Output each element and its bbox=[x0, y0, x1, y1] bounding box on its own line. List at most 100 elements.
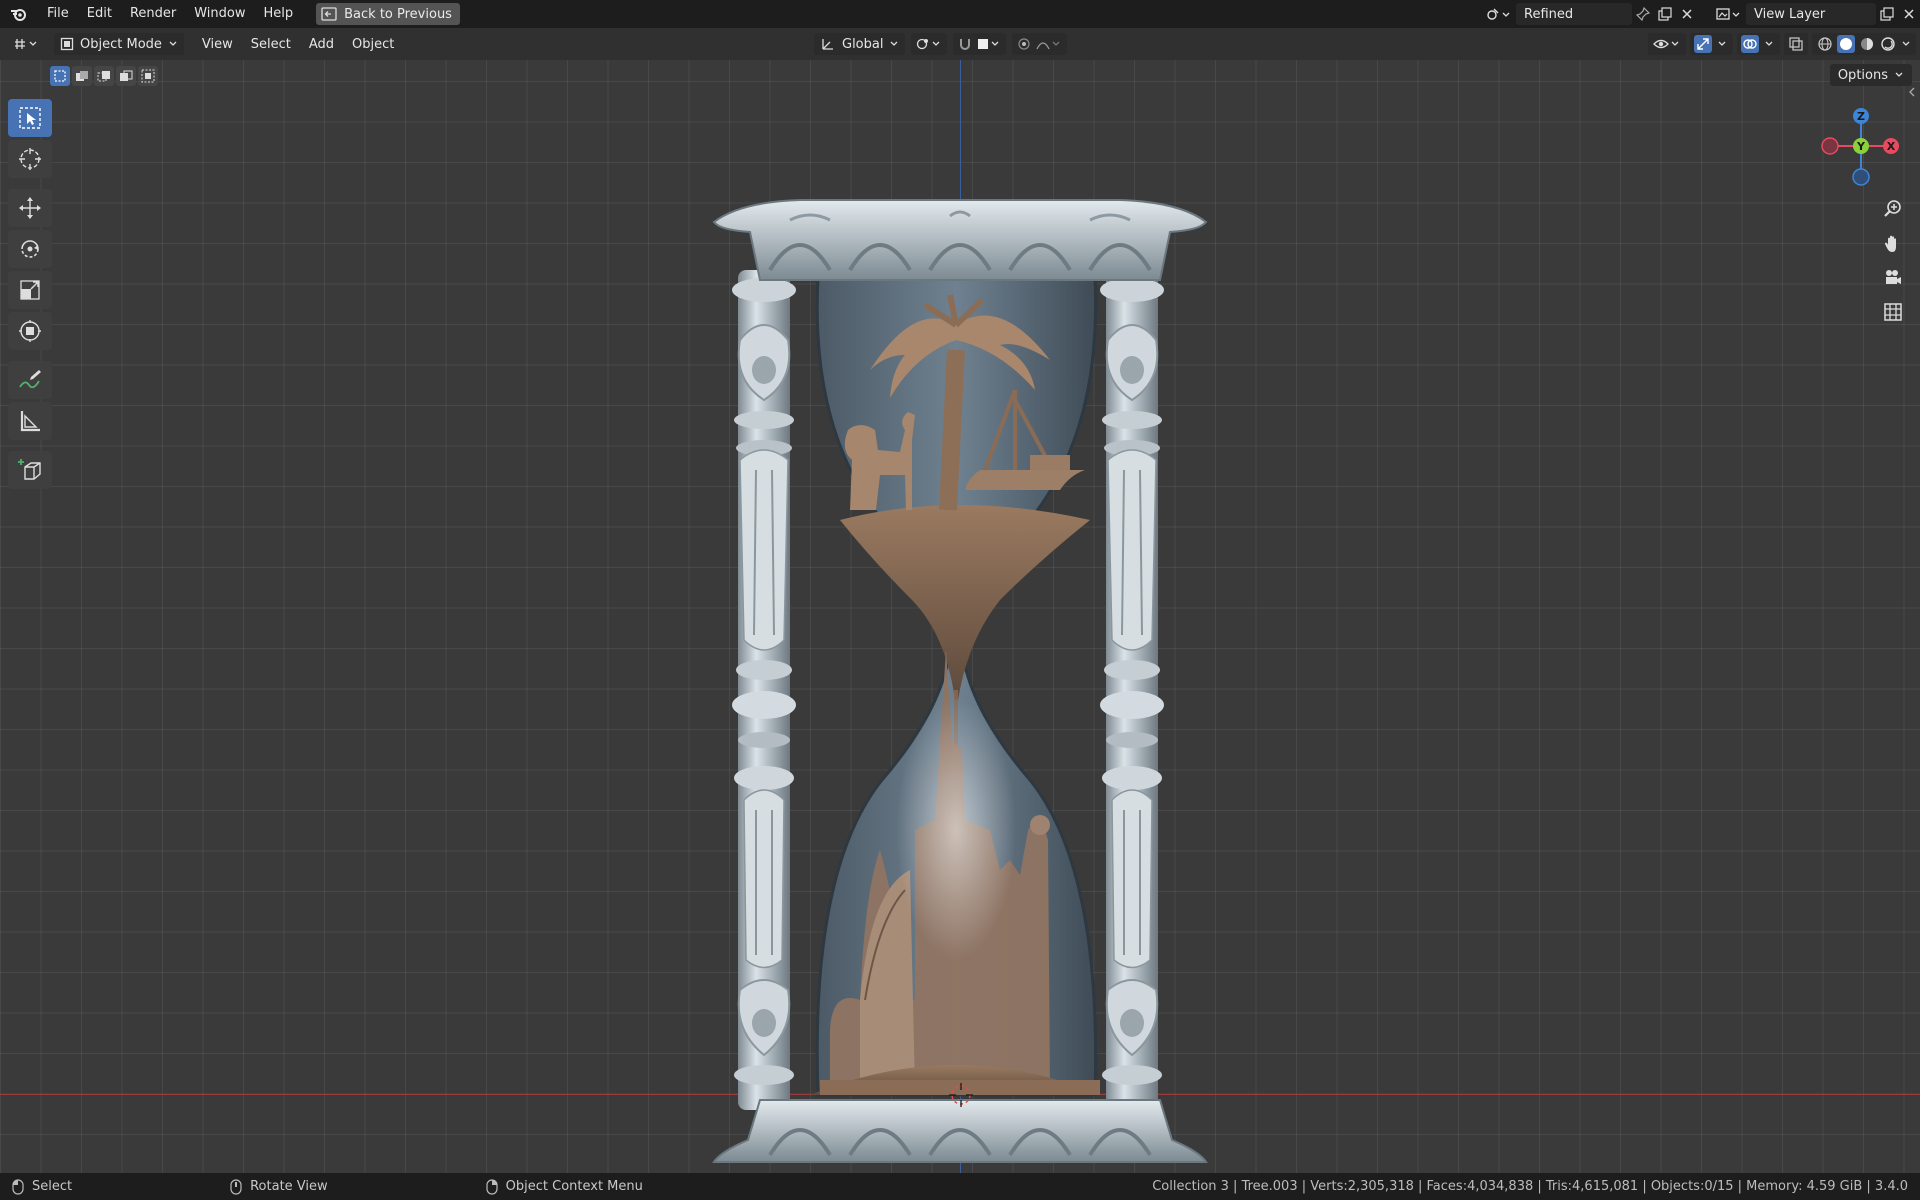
chevron-down-icon bbox=[169, 41, 177, 46]
snap-target-icon bbox=[978, 39, 999, 49]
menu-object[interactable]: Object bbox=[346, 33, 400, 55]
move-tool[interactable] bbox=[8, 189, 52, 227]
menu-add[interactable]: Add bbox=[303, 33, 340, 55]
pivot-icon bbox=[917, 38, 940, 50]
gizmo-icon bbox=[1694, 35, 1712, 53]
scene-name-field[interactable]: Refined bbox=[1516, 3, 1632, 25]
rotate-tool[interactable] bbox=[8, 230, 52, 268]
zoom-view-icon[interactable] bbox=[1878, 194, 1908, 224]
snap-toggle[interactable] bbox=[953, 33, 1007, 55]
orientation-icon bbox=[822, 39, 833, 50]
falloff-icon bbox=[1036, 41, 1060, 50]
menu-file[interactable]: File bbox=[38, 0, 78, 28]
menu-window[interactable]: Window bbox=[185, 0, 254, 28]
chevron-down-icon bbox=[1902, 41, 1910, 46]
rotate-icon bbox=[21, 240, 39, 258]
menu-select[interactable]: Select bbox=[245, 33, 297, 55]
menu-render[interactable]: Render bbox=[121, 0, 185, 28]
mouse-right-icon bbox=[486, 1178, 498, 1195]
scale-icon bbox=[20, 280, 40, 300]
scale-tool[interactable] bbox=[8, 271, 52, 309]
transform-tool[interactable] bbox=[8, 312, 52, 350]
view-layer-name: View Layer bbox=[1754, 6, 1826, 22]
object-mode-icon bbox=[60, 37, 74, 51]
rendered-shading-icon[interactable] bbox=[1879, 35, 1897, 53]
cursor-icon bbox=[19, 148, 41, 170]
menu-edit[interactable]: Edit bbox=[78, 0, 121, 28]
back-icon bbox=[321, 7, 337, 21]
add-cube-icon bbox=[18, 459, 41, 480]
top-menu-bar: File Edit Render Window Help Back to Pre… bbox=[0, 0, 1920, 28]
viewport-display-controls bbox=[1648, 33, 1916, 55]
select-box-icon bbox=[19, 107, 41, 129]
select-subtract-icon[interactable] bbox=[94, 66, 114, 86]
3d-cursor-icon bbox=[949, 1083, 973, 1107]
measure-tool[interactable] bbox=[8, 402, 52, 440]
select-invert-icon[interactable] bbox=[116, 66, 136, 86]
shading-modes bbox=[1812, 33, 1916, 55]
magnet-icon bbox=[960, 39, 971, 50]
scene-stats-text: Collection 3 | Tree.003 | Verts:2,305,31… bbox=[1152, 1179, 1908, 1194]
new-view-layer-icon[interactable] bbox=[1876, 3, 1898, 25]
mode-dropdown[interactable]: Object Mode bbox=[54, 33, 184, 55]
sidebar-expand-icon[interactable] bbox=[1907, 86, 1917, 102]
annotate-tool[interactable] bbox=[8, 361, 52, 399]
chevron-down-icon bbox=[1718, 41, 1726, 46]
gizmo-z-label: Z bbox=[1857, 110, 1865, 123]
status-select-label: Select bbox=[32, 1179, 73, 1194]
3d-viewport[interactable]: Options X Z Y bbox=[0, 60, 1920, 1173]
select-new-icon[interactable] bbox=[50, 66, 70, 86]
navigation-gizmo[interactable]: X Z Y bbox=[1810, 98, 1910, 198]
editor-type-selector[interactable] bbox=[8, 33, 50, 55]
select-box-tool[interactable] bbox=[8, 99, 52, 137]
mouse-middle-icon bbox=[230, 1178, 242, 1195]
toggle-orthographic-icon[interactable] bbox=[1878, 297, 1908, 327]
new-scene-icon[interactable] bbox=[1654, 3, 1676, 25]
pin-icon[interactable] bbox=[1632, 3, 1654, 25]
cursor-tool[interactable] bbox=[8, 140, 52, 178]
viewport-header: Object Mode View Select Add Object Globa… bbox=[0, 28, 1920, 60]
wireframe-shading-icon[interactable] bbox=[1816, 35, 1834, 53]
menu-help[interactable]: Help bbox=[255, 0, 303, 28]
transform-settings: Global bbox=[814, 33, 1068, 55]
mode-label: Object Mode bbox=[80, 36, 162, 52]
solid-shading-icon[interactable] bbox=[1837, 35, 1855, 53]
chevron-down-icon bbox=[1765, 41, 1773, 46]
xray-toggle[interactable] bbox=[1784, 33, 1808, 55]
delete-scene-icon[interactable] bbox=[1676, 3, 1698, 25]
select-intersect-icon[interactable] bbox=[138, 66, 158, 86]
back-to-previous-label: Back to Previous bbox=[344, 6, 452, 22]
pan-view-icon[interactable] bbox=[1878, 229, 1908, 259]
back-to-previous-button[interactable]: Back to Previous bbox=[316, 3, 460, 25]
gizmo-toggle[interactable] bbox=[1690, 33, 1733, 55]
tool-shelf bbox=[8, 99, 56, 492]
scene-browse-icon[interactable] bbox=[1482, 3, 1516, 25]
view-layer-browse-icon[interactable] bbox=[1712, 3, 1746, 25]
menu-view[interactable]: View bbox=[196, 33, 239, 55]
camera-view-icon[interactable] bbox=[1878, 263, 1908, 293]
left-pillar bbox=[732, 270, 796, 1110]
overlays-icon bbox=[1741, 35, 1759, 53]
transform-orientation-dropdown[interactable]: Global bbox=[814, 33, 906, 55]
overlays-toggle[interactable] bbox=[1737, 33, 1780, 55]
material-shading-icon[interactable] bbox=[1858, 35, 1876, 53]
top-cap bbox=[712, 199, 1208, 281]
chevron-down-icon bbox=[1895, 72, 1903, 77]
hourglass-model[interactable] bbox=[700, 130, 1220, 1170]
blender-logo-icon[interactable] bbox=[0, 0, 38, 28]
xray-icon bbox=[1789, 37, 1803, 51]
status-context-label: Object Context Menu bbox=[505, 1179, 643, 1194]
status-select-hint: Select bbox=[12, 1178, 73, 1195]
status-context-hint: Object Context Menu bbox=[486, 1178, 643, 1195]
options-dropdown[interactable]: Options bbox=[1829, 64, 1912, 86]
select-extend-icon[interactable] bbox=[72, 66, 92, 86]
eye-icon bbox=[1653, 39, 1679, 49]
view-layer-field[interactable]: View Layer bbox=[1746, 3, 1876, 25]
add-cube-tool[interactable] bbox=[8, 451, 52, 489]
proportional-editing-toggle[interactable] bbox=[1012, 33, 1068, 55]
pivot-point-dropdown[interactable] bbox=[911, 33, 948, 55]
visibility-dropdown[interactable] bbox=[1648, 33, 1686, 55]
editor-type-icon bbox=[15, 39, 37, 49]
annotate-icon bbox=[19, 370, 41, 389]
delete-view-layer-icon[interactable] bbox=[1898, 3, 1920, 25]
